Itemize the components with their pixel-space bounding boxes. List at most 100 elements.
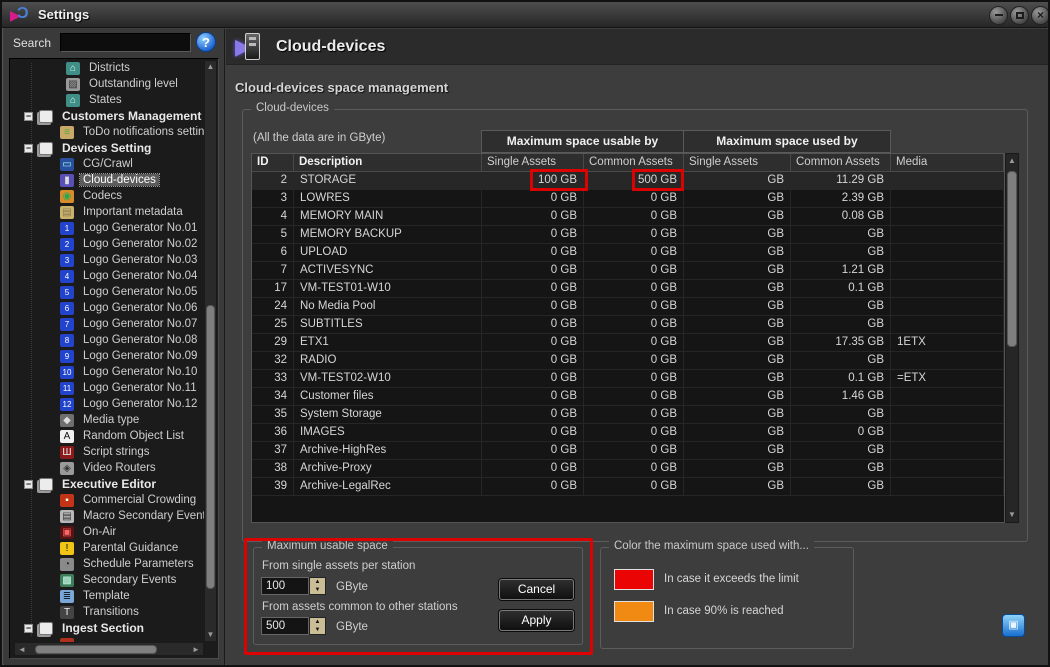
column-group-usable: Maximum space usable by bbox=[481, 130, 684, 153]
tree-item-logo-generator-no-08[interactable]: 8Logo Generator No.08 bbox=[10, 332, 203, 348]
table-row-archive-legalrec[interactable]: 39Archive-LegalRec0 GB0 GBGBGB bbox=[252, 478, 1004, 496]
table-row-activesync[interactable]: 7ACTIVESYNC0 GB0 GBGB1.21 GB bbox=[252, 262, 1004, 280]
tree-item-schedule-parameters[interactable]: ◔Schedule Parameters bbox=[10, 556, 203, 572]
tree-item-districts[interactable]: ⌂Districts bbox=[10, 60, 203, 76]
tree-item-commercial-crowding[interactable]: ▪Commercial Crowding bbox=[10, 492, 203, 508]
column-header-single-assets-used[interactable]: Single Assets bbox=[684, 154, 791, 171]
table-row-memory-backup[interactable]: 5MEMORY BACKUP0 GB0 GBGBGB bbox=[252, 226, 1004, 244]
collapse-icon[interactable]: − bbox=[24, 112, 33, 121]
cell-used_common: GB bbox=[791, 478, 891, 495]
tree-vertical-scrollbar[interactable]: ▲ ▼ bbox=[204, 60, 217, 642]
annotation-box-usable-common bbox=[632, 169, 684, 191]
column-header-id[interactable]: ID bbox=[252, 154, 294, 171]
tree-item-on-air[interactable]: ▣On-Air bbox=[10, 524, 203, 540]
collapse-icon[interactable]: − bbox=[24, 144, 33, 153]
table-row-storage[interactable]: 2STORAGE100 GB500 GBGB11.29 GB bbox=[252, 172, 1004, 190]
table-row-upload[interactable]: 6UPLOAD0 GB0 GBGBGB bbox=[252, 244, 1004, 262]
tree-item-logo-generator-no-01[interactable]: 1Logo Generator No.01 bbox=[10, 220, 203, 236]
close-button[interactable]: × bbox=[1031, 6, 1050, 25]
cell-description: ACTIVESYNC bbox=[294, 262, 482, 279]
cell-usable_common: 0 GB bbox=[584, 406, 684, 423]
tree-horizontal-scrollbar[interactable]: ◄ ► bbox=[14, 642, 204, 656]
tree-item-media-type[interactable]: ◆Media type bbox=[10, 412, 203, 428]
scroll-down-icon[interactable]: ▼ bbox=[1006, 510, 1018, 520]
tree-item-devices-setting[interactable]: −Devices Setting bbox=[10, 140, 203, 156]
table-row-vm-test02-w10[interactable]: 33VM-TEST02-W100 GB0 GBGB0.1 GB=ETX bbox=[252, 370, 1004, 388]
table-row-memory-main[interactable]: 4MEMORY MAIN0 GB0 GBGB0.08 GB bbox=[252, 208, 1004, 226]
tree-item-logo-generator-no-07[interactable]: 7Logo Generator No.07 bbox=[10, 316, 203, 332]
tree-item-codecs[interactable]: ◉Codecs bbox=[10, 188, 203, 204]
pattern-icon: ▨ bbox=[66, 78, 80, 91]
cell-media bbox=[891, 478, 1004, 495]
tree-item-logo-generator-no-05[interactable]: 5Logo Generator No.05 bbox=[10, 284, 203, 300]
tree-item-video-routers[interactable]: ◈Video Routers bbox=[10, 460, 203, 476]
cell-id: 4 bbox=[252, 208, 294, 225]
cell-description: MEMORY BACKUP bbox=[294, 226, 482, 243]
cell-id: 38 bbox=[252, 460, 294, 477]
collapse-icon[interactable]: − bbox=[24, 480, 33, 489]
tree-item-secondary-events[interactable]: ▩Secondary Events bbox=[10, 572, 203, 588]
tree-item-outstanding-level[interactable]: ▨Outstanding level bbox=[10, 76, 203, 92]
cell-used_single: GB bbox=[684, 226, 791, 243]
table-row-etx1[interactable]: 29ETX10 GB0 GBGB17.35 GB1ETX bbox=[252, 334, 1004, 352]
scroll-up-icon[interactable]: ▲ bbox=[1006, 156, 1018, 166]
tree-item-logo-generator-no-10[interactable]: 10Logo Generator No.10 bbox=[10, 364, 203, 380]
tree-item-customers-management-s[interactable]: −Customers Management S bbox=[10, 108, 203, 124]
tree-item-logo-generator-no-11[interactable]: 11Logo Generator No.11 bbox=[10, 380, 203, 396]
transition-icon: T bbox=[60, 606, 74, 619]
column-header-description[interactable]: Description bbox=[294, 154, 482, 171]
exceed-limit-label: In case it exceeds the limit bbox=[664, 573, 799, 585]
tree-item-logo-generator-no-03[interactable]: 3Logo Generator No.03 bbox=[10, 252, 203, 268]
tree-item-transitions[interactable]: TTransitions bbox=[10, 604, 203, 620]
column-header-media[interactable]: Media bbox=[891, 154, 1004, 171]
tree-item-states[interactable]: ⌂States bbox=[10, 92, 203, 108]
tree-item-template[interactable]: ≣Template bbox=[10, 588, 203, 604]
ninety-percent-color-swatch[interactable] bbox=[614, 601, 654, 622]
column-header-common-assets-used[interactable]: Common Assets bbox=[791, 154, 891, 171]
exceed-limit-color-swatch[interactable] bbox=[614, 569, 654, 590]
maximize-button[interactable] bbox=[1010, 6, 1029, 25]
tree-item-logo-generator-no-04[interactable]: 4Logo Generator No.04 bbox=[10, 268, 203, 284]
scroll-up-icon[interactable]: ▲ bbox=[205, 62, 216, 72]
collapse-icon[interactable]: − bbox=[24, 624, 33, 633]
tree-item-script-strings[interactable]: ШScript strings bbox=[10, 444, 203, 460]
tree-hscroll-thumb[interactable] bbox=[35, 645, 157, 654]
table-row-no-media-pool[interactable]: 24No Media Pool0 GB0 GBGBGB bbox=[252, 298, 1004, 316]
table-row-archive-highres[interactable]: 37Archive-HighRes0 GB0 GBGBGB bbox=[252, 442, 1004, 460]
tree-item-random-object-list[interactable]: ARandom Object List bbox=[10, 428, 203, 444]
table-vscroll-thumb[interactable] bbox=[1007, 171, 1017, 347]
tree-item-executive-editor[interactable]: −Executive Editor bbox=[10, 476, 203, 492]
cell-media bbox=[891, 352, 1004, 369]
onair-icon: ▣ bbox=[60, 526, 74, 539]
app-badge-icon[interactable]: ▣ bbox=[1002, 614, 1025, 637]
tree-item-cloud-devices[interactable]: ▮Cloud-devices bbox=[10, 172, 203, 188]
tree-item-logo-generator-no-06[interactable]: 6Logo Generator No.06 bbox=[10, 300, 203, 316]
tree-item-parental-guidance[interactable]: !Parental Guidance bbox=[10, 540, 203, 556]
help-icon[interactable]: ? bbox=[196, 32, 216, 52]
table-row-customer-files[interactable]: 34Customer files0 GB0 GBGB1.46 GB bbox=[252, 388, 1004, 406]
table-row-system-storage[interactable]: 35System Storage0 GB0 GBGBGB bbox=[252, 406, 1004, 424]
scroll-right-icon[interactable]: ► bbox=[191, 645, 201, 655]
table-vertical-scrollbar[interactable]: ▲ ▼ bbox=[1005, 153, 1019, 523]
minimize-button[interactable] bbox=[989, 6, 1008, 25]
search-input[interactable] bbox=[60, 33, 191, 52]
tree-item-logo-generator-no-12[interactable]: 12Logo Generator No.12 bbox=[10, 396, 203, 412]
tree-item-cg-crawl[interactable]: ▭CG/Crawl bbox=[10, 156, 203, 172]
tree-vscroll-thumb[interactable] bbox=[206, 305, 215, 589]
table-row-vm-test01-w10[interactable]: 17VM-TEST01-W100 GB0 GBGB0.1 GB bbox=[252, 280, 1004, 298]
table-row-archive-proxy[interactable]: 38Archive-Proxy0 GB0 GBGBGB bbox=[252, 460, 1004, 478]
table-row-radio[interactable]: 32RADIO0 GB0 GBGBGB bbox=[252, 352, 1004, 370]
table-row-lowres[interactable]: 3LOWRES0 GB0 GBGB2.39 GB bbox=[252, 190, 1004, 208]
tree-item-macro-secondary-events[interactable]: ▤Macro Secondary Events bbox=[10, 508, 203, 524]
scroll-down-icon[interactable]: ▼ bbox=[205, 630, 216, 640]
tree-item-ingest-section[interactable]: −Ingest Section bbox=[10, 620, 203, 636]
tree-item-important-metadata[interactable]: ▤Important metadata bbox=[10, 204, 203, 220]
cell-usable_single: 0 GB bbox=[482, 226, 584, 243]
table-row-images[interactable]: 36IMAGES0 GB0 GBGB0 GB bbox=[252, 424, 1004, 442]
tree-item-logo-generator-no-09[interactable]: 9Logo Generator No.09 bbox=[10, 348, 203, 364]
table-row-subtitles[interactable]: 25SUBTITLES0 GB0 GBGBGB bbox=[252, 316, 1004, 334]
groupbox-label: Cloud-devices bbox=[251, 102, 334, 114]
scroll-left-icon[interactable]: ◄ bbox=[17, 645, 27, 655]
tree-item-logo-generator-no-02[interactable]: 2Logo Generator No.02 bbox=[10, 236, 203, 252]
tree-item-todo-notifications-settings[interactable]: ≡ToDo notifications settings bbox=[10, 124, 203, 140]
